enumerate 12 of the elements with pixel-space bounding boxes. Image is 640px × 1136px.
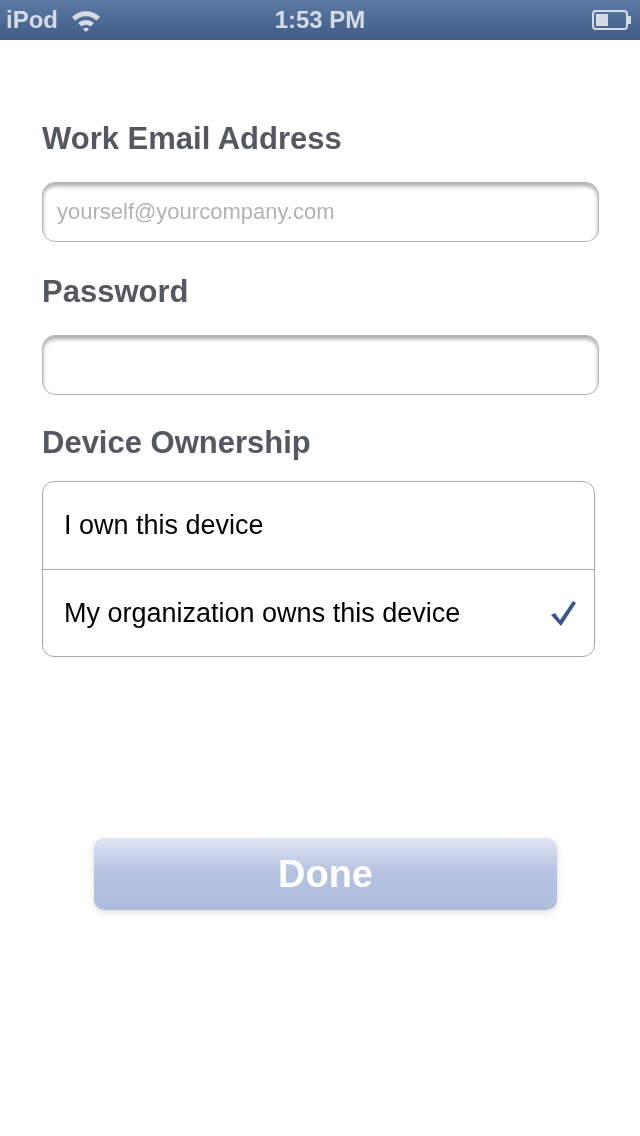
field-label: Password: [42, 274, 189, 310]
checkmark-icon: [549, 599, 577, 627]
input-field[interactable]: [42, 335, 599, 395]
battery-icon: [592, 10, 632, 30]
ownership-option[interactable]: My organization owns this device: [43, 569, 594, 656]
status-time: 1:53 PM: [274, 8, 366, 32]
input-field[interactable]: yourself@yourcompany.com: [42, 182, 599, 242]
section-label: Device Ownership: [42, 425, 311, 461]
carrier-label: iPod: [6, 8, 58, 32]
field-label: Work Email Address: [42, 121, 342, 157]
ownership-option[interactable]: I own this device: [43, 482, 594, 569]
wifi-icon: [70, 8, 102, 32]
